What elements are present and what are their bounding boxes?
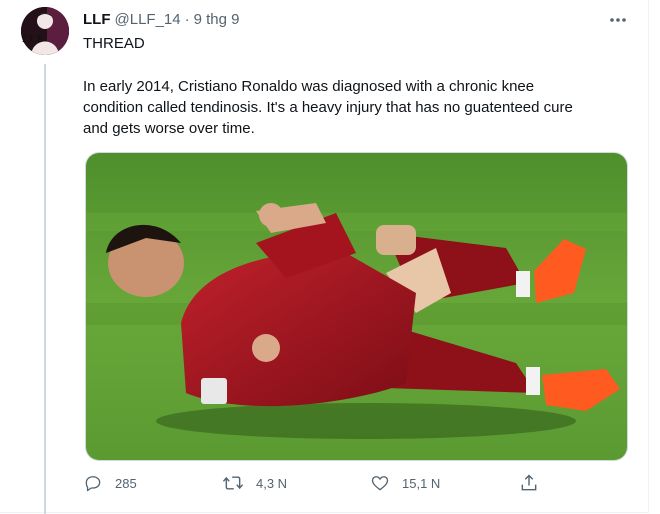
display-name[interactable]: LLF <box>83 11 111 28</box>
reply-icon <box>85 476 101 492</box>
tweet-text-line: condition called tendinosis. It's a heav… <box>83 99 573 116</box>
retweet-button[interactable]: 4,3 N <box>222 470 287 496</box>
like-button[interactable]: 15,1 N <box>370 470 440 496</box>
tweet-text-line: In early 2014, Cristiano Ronaldo was dia… <box>83 78 535 95</box>
user-handle[interactable]: @LLF_14 <box>115 11 181 28</box>
more-options-button[interactable] <box>606 10 630 30</box>
reply-count: 285 <box>115 475 137 491</box>
separator-dot: · <box>184 10 190 28</box>
tweet-text-line: and gets worse over time. <box>83 120 255 137</box>
thread-label: THREAD <box>83 35 145 52</box>
avatar[interactable] <box>21 7 69 55</box>
timestamp[interactable]: 9 thg 9 <box>194 11 240 28</box>
tweet-text: In early 2014, Cristiano Ronaldo was dia… <box>83 76 613 139</box>
like-count: 15,1 N <box>402 475 441 491</box>
share-icon <box>521 474 537 491</box>
more-horizontal-icon <box>610 18 626 22</box>
avatar-logo-text: LLF <box>22 34 45 45</box>
reply-button[interactable]: 285 <box>83 470 137 496</box>
heart-icon <box>371 476 389 491</box>
tweet-action-bar: 285 4,3 N 15,1 N <box>83 470 553 496</box>
player-injured-photo <box>86 153 627 460</box>
avatar-image <box>21 7 69 55</box>
tweet-header: LLF @LLF_14 · 9 thg 9 <box>83 9 239 29</box>
tweet-photo[interactable] <box>85 152 628 461</box>
thread-connector-line <box>44 64 46 514</box>
share-button[interactable] <box>519 470 539 496</box>
retweet-count: 4,3 N <box>256 475 288 491</box>
retweet-icon <box>222 476 244 490</box>
